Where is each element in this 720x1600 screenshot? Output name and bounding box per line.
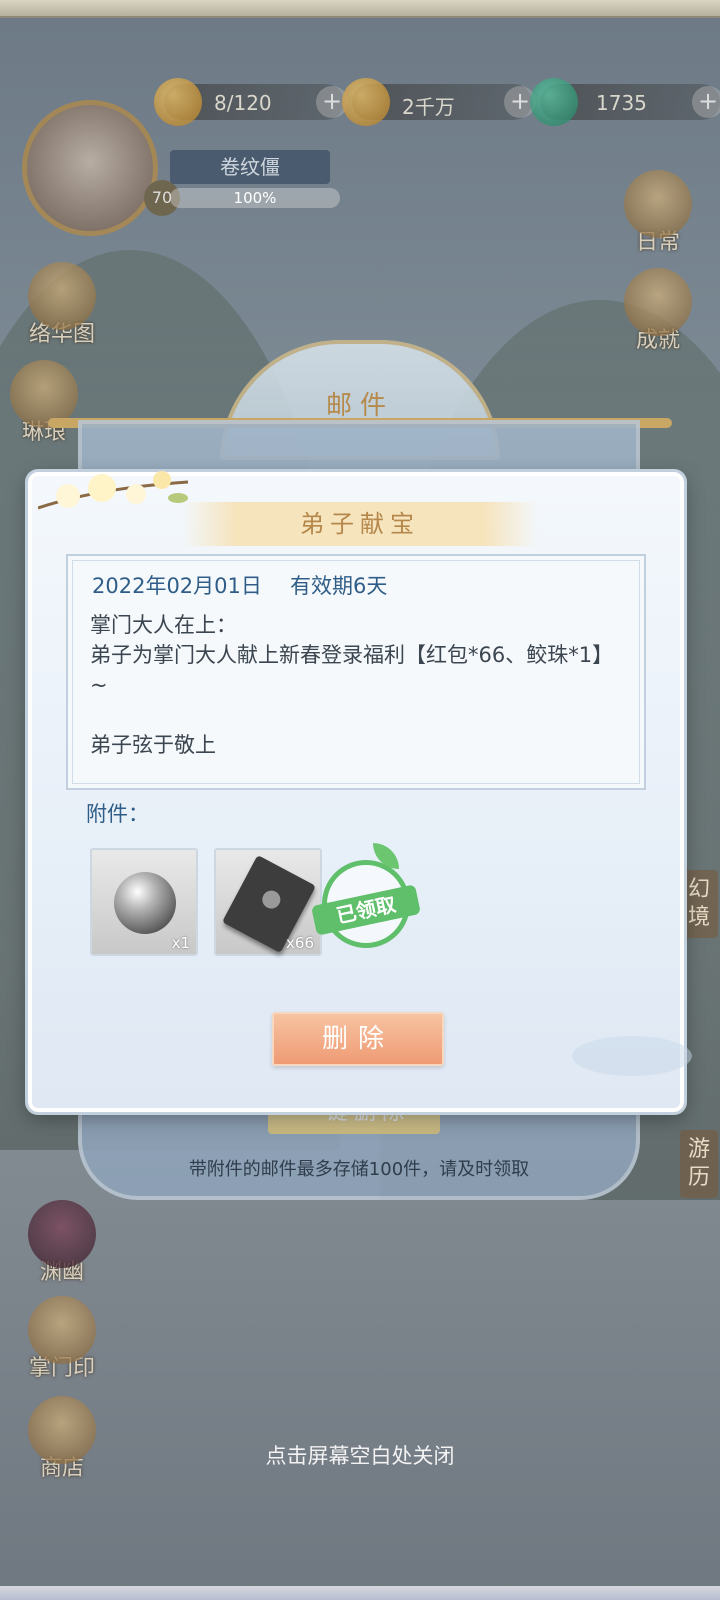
resource-stamina: 8/120 +: [154, 78, 348, 126]
close-hint[interactable]: 点击屏幕空白处关闭: [0, 1440, 720, 1470]
nav-daily[interactable]: 日常: [618, 170, 698, 256]
attachment-item[interactable]: x66: [214, 848, 322, 956]
pearl-icon: [114, 872, 176, 934]
attachments-label: 附件：: [86, 802, 149, 826]
top-frame: [0, 0, 720, 18]
mail-validity: 有效期6天: [290, 574, 388, 598]
jade-icon: [530, 78, 578, 126]
seal-icon: [28, 1296, 96, 1364]
scroll-icon: [28, 262, 96, 330]
resource-coins: 2千万 +: [342, 78, 536, 126]
mail-title: 邮件: [325, 391, 394, 421]
cloud-decoration: [572, 1036, 692, 1076]
resource-value: 8/120: [214, 91, 272, 115]
paw-coin-icon: [342, 78, 390, 126]
avatar[interactable]: [22, 100, 158, 236]
dialog-title: 弟子献宝: [300, 510, 420, 538]
nav-linlang[interactable]: 琳琅: [4, 360, 84, 446]
bottom-frame: [0, 1586, 720, 1600]
storage-tip: 带附件的邮件最多存储100件，请及时领取: [188, 1159, 530, 1180]
nav-youli[interactable]: 游历: [680, 1130, 718, 1198]
item-qty: x66: [286, 934, 314, 952]
item-qty: x1: [171, 934, 190, 952]
player-title: 卷纹僵: [170, 150, 330, 184]
add-jade-button[interactable]: +: [692, 86, 720, 118]
resource-jade: 1735 +: [530, 78, 720, 126]
mail-detail-dialog: 弟子献宝 2022年02月01日 有效期6天 掌门大人在上： 弟子为掌门大人献上…: [28, 471, 692, 1112]
resource-value: 1735: [596, 91, 647, 115]
claimed-stamp: 已领取: [311, 843, 421, 948]
cat-coin-icon: [154, 78, 202, 126]
leaf-icon: [373, 843, 399, 869]
mail-body: 掌门大人在上： 弟子为掌门大人献上新春登录福利【红包*66、鲛珠*1】~ 弟子弦…: [90, 613, 614, 757]
resource-value: 2千万: [402, 95, 455, 119]
mail-date: 2022年02月01日: [92, 574, 262, 598]
nav-zhangmenyin[interactable]: 掌门印: [22, 1296, 102, 1382]
claimed-stamp-text: 已领取: [311, 884, 421, 936]
letter-box: 2022年02月01日 有效期6天 掌门大人在上： 弟子为掌门大人献上新春登录福…: [66, 554, 646, 790]
nav-huanjing[interactable]: 幻境: [680, 870, 718, 938]
trophy-icon: [624, 268, 692, 336]
dialog-title-bar: 弟子献宝: [182, 502, 538, 546]
mask-icon: [28, 1200, 96, 1268]
delete-button[interactable]: 删除: [272, 1012, 444, 1066]
scroll-icon: [624, 170, 692, 238]
attachment-item[interactable]: x1: [90, 848, 198, 956]
nav-yuanyou[interactable]: 渊幽: [22, 1200, 102, 1286]
nav-achievement[interactable]: 成就: [618, 268, 698, 354]
player-progress: 100%: [170, 188, 340, 208]
nav-luohuatu[interactable]: 络华图: [22, 262, 102, 348]
